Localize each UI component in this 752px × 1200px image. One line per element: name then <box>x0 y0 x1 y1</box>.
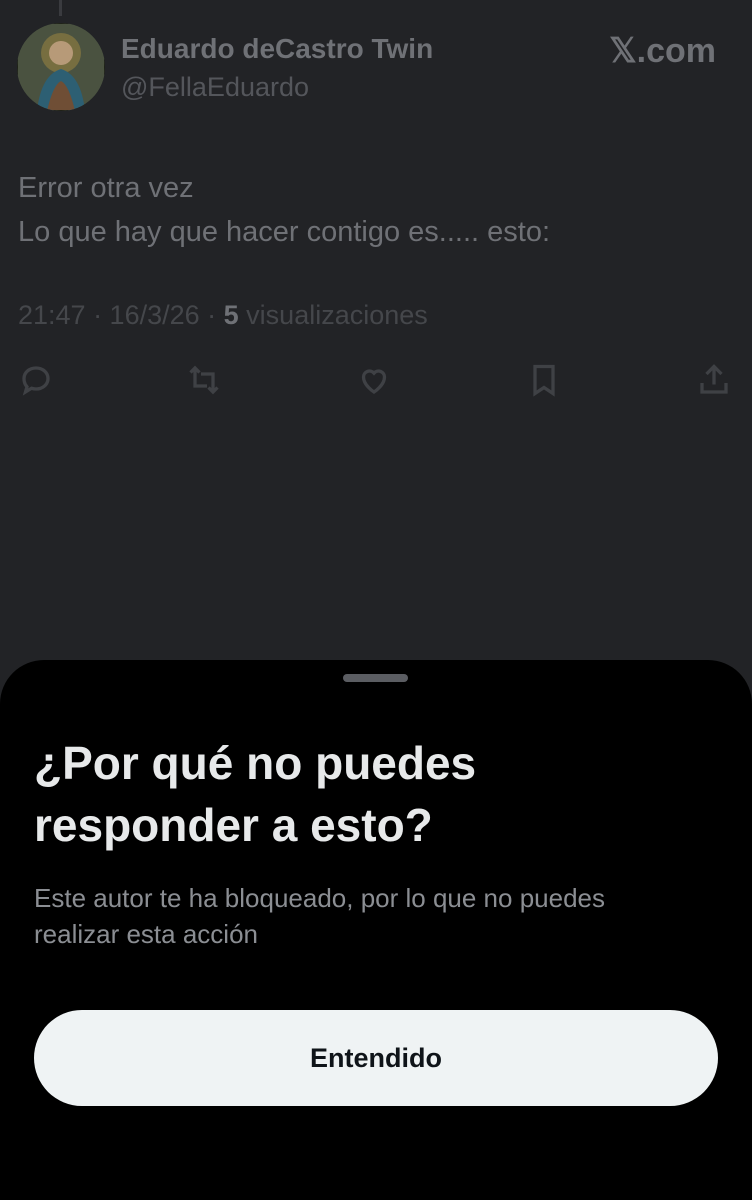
like-icon[interactable] <box>356 362 396 402</box>
views-count: 5 <box>223 300 239 330</box>
share-icon[interactable] <box>696 362 736 402</box>
author-handle[interactable]: @FellaEduardo <box>121 72 309 103</box>
screen: Eduardo deCastro Twin @FellaEduardo 𝕏.co… <box>0 0 752 1200</box>
tweet-text: Error otra vez Lo que hay que hacer cont… <box>18 166 734 254</box>
avatar-image <box>17 23 105 111</box>
author-name[interactable]: Eduardo deCastro Twin <box>121 33 433 65</box>
sheet-description-line: realizar esta acción <box>34 919 258 949</box>
sheet-title: ¿Por qué no puedes responder a esto? <box>34 732 724 856</box>
retweet-icon[interactable] <box>186 362 226 402</box>
sheet-title-line: ¿Por qué no puedes <box>34 737 477 789</box>
sheet-description: Este autor te ha bloqueado, por lo que n… <box>34 880 724 952</box>
views-label: visualizaciones <box>238 300 428 330</box>
bookmark-icon[interactable] <box>526 362 566 402</box>
brand-watermark: 𝕏.com <box>609 32 716 70</box>
understood-button[interactable]: Entendido <box>34 1010 718 1106</box>
reply-icon[interactable] <box>18 362 58 402</box>
sheet-grabber-handle[interactable] <box>343 674 408 682</box>
tweet-timestamp: 21:47 · 16/3/26 · <box>18 300 224 330</box>
bottom-sheet: ¿Por qué no puedes responder a esto? Est… <box>0 660 752 1200</box>
avatar[interactable] <box>17 23 105 111</box>
sheet-title-line: responder a esto? <box>34 799 433 851</box>
tweet-text-line: Lo que hay que hacer contigo es..... est… <box>18 216 551 248</box>
tweet-meta: 21:47 · 16/3/26 · 5 visualizaciones <box>18 300 428 331</box>
sheet-description-line: Este autor te ha bloqueado, por lo que n… <box>34 883 605 913</box>
thread-line <box>59 0 62 16</box>
tweet-text-line: Error otra vez <box>18 172 194 204</box>
tweet-card: Eduardo deCastro Twin @FellaEduardo 𝕏.co… <box>0 0 752 660</box>
tweet-actions <box>0 362 752 402</box>
